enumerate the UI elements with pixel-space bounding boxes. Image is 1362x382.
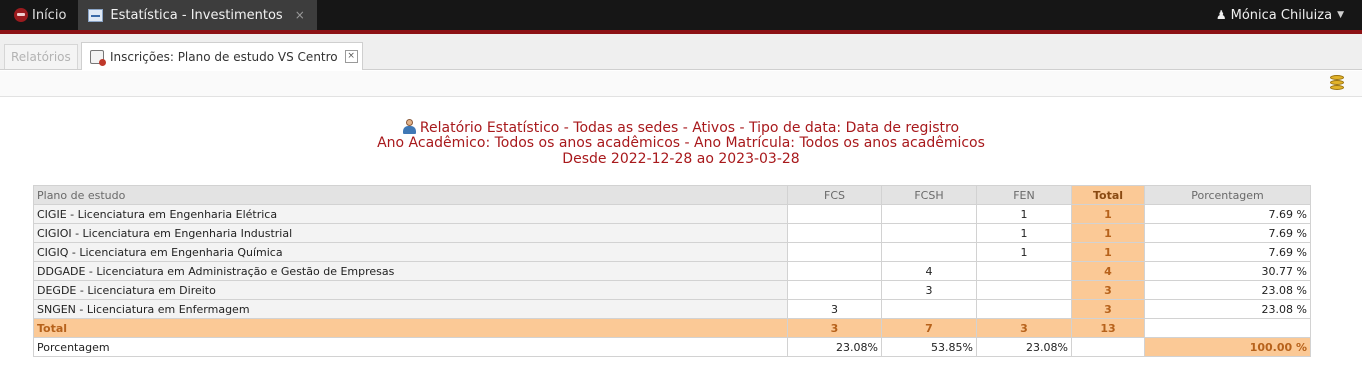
user-menu[interactable]: ♟ Mónica Chiluiza ▼: [1216, 0, 1362, 30]
cell-pct: 7.69 %: [1144, 242, 1311, 262]
home-label: Início: [32, 7, 67, 23]
table-header-row: Plano de estudo FCS FCSH FEN Total Porce…: [33, 185, 1311, 205]
cell-total: 3: [1071, 299, 1145, 319]
cell-fcsh: [881, 242, 977, 262]
cell-plan: DDGADE - Licenciatura em Administração e…: [33, 261, 788, 281]
pct-fen: 23.08%: [976, 337, 1072, 357]
cell-pct: 7.69 %: [1144, 223, 1311, 243]
total-fcsh: 7: [881, 318, 977, 338]
cell-fcs: [787, 261, 882, 281]
cell-fcsh: 3: [881, 280, 977, 300]
col-fcs: FCS: [787, 185, 882, 205]
total-row: Total 3 7 3 13: [33, 318, 1311, 338]
app-tab-label: Estatística - Investimentos: [110, 7, 283, 23]
cell-pct: 30.77 %: [1144, 261, 1311, 281]
cell-fen: 1: [976, 204, 1072, 224]
cell-fcs: [787, 242, 882, 262]
table-row: CIGIOI - Licenciatura em Engenharia Indu…: [33, 223, 1311, 243]
cell-fcs: 3: [787, 299, 882, 319]
stats-table: Plano de estudo FCS FCSH FEN Total Porce…: [33, 185, 1311, 357]
cell-fcsh: [881, 299, 977, 319]
tab-inscricoes[interactable]: Inscrições: Plano de estudo VS Centro ×: [81, 42, 363, 70]
cell-fen: 1: [976, 242, 1072, 262]
cell-total: 1: [1071, 223, 1145, 243]
report-subtitle-dates: Desde 2022-12-28 ao 2023-03-28: [562, 151, 800, 167]
cell-fcs: [787, 280, 882, 300]
report-icon: [90, 49, 106, 66]
pct-fcsh: 53.85%: [881, 337, 977, 357]
close-icon[interactable]: ×: [295, 8, 305, 22]
cell-plan: CIGIE - Licenciatura em Engenharia Elétr…: [33, 204, 788, 224]
report-subtitle-academic: Ano Acadêmico: Todos os anos acadêmicos …: [377, 135, 985, 151]
subtab-bar: Relatórios Inscrições: Plano de estudo V…: [0, 34, 1362, 70]
cell-pct: 23.08 %: [1144, 299, 1311, 319]
total-fen: 3: [976, 318, 1072, 338]
cell-total: 1: [1071, 204, 1145, 224]
col-porcentagem: Porcentagem: [1144, 185, 1311, 205]
cell-total: 4: [1071, 261, 1145, 281]
total-label: Total: [33, 318, 788, 338]
top-bar: Início Estatística - Investimentos × ♟ M…: [0, 0, 1362, 30]
report-toolbar: [0, 71, 1362, 97]
col-total: Total: [1071, 185, 1145, 205]
col-fen: FEN: [976, 185, 1072, 205]
cell-plan: CIGIOI - Licenciatura em Engenharia Indu…: [33, 223, 788, 243]
chart-icon: [88, 8, 104, 22]
cell-fcsh: [881, 223, 977, 243]
cell-plan: SNGEN - Licenciatura em Enfermagem: [33, 299, 788, 319]
tab-inscricoes-label: Inscrições: Plano de estudo VS Centro: [110, 49, 338, 64]
report-title: Relatório Estatístico - Todas as sedes -…: [0, 119, 1362, 136]
pct-grand-total: 100.00 %: [1144, 337, 1311, 357]
coins-icon[interactable]: [1330, 75, 1344, 91]
total-fcs: 3: [787, 318, 882, 338]
cell-total: 3: [1071, 280, 1145, 300]
cell-pct: 7.69 %: [1144, 204, 1311, 224]
tab-estatistica-investimentos[interactable]: Estatística - Investimentos ×: [78, 0, 317, 30]
cell-fen: [976, 280, 1072, 300]
total-total: 13: [1071, 318, 1145, 338]
home-logo-icon: [14, 8, 28, 22]
pct-fcs: 23.08%: [787, 337, 882, 357]
pct-label: Porcentagem: [33, 337, 788, 357]
table-row: SNGEN - Licenciatura em Enfermagem 3 3 2…: [33, 299, 1311, 319]
percentage-row: Porcentagem 23.08% 53.85% 23.08% 100.00 …: [33, 337, 1311, 357]
home-tab[interactable]: Início: [0, 0, 76, 30]
cell-fen: 1: [976, 223, 1072, 243]
table-row: CIGIQ - Licenciatura em Engenharia Quími…: [33, 242, 1311, 262]
user-name: Mónica Chiluiza: [1230, 7, 1333, 23]
tab-relatorios[interactable]: Relatórios: [4, 44, 78, 69]
cell-plan: DEGDE - Licenciatura em Direito: [33, 280, 788, 300]
cell-fcs: [787, 204, 882, 224]
table-row: DDGADE - Licenciatura em Administração e…: [33, 261, 1311, 281]
total-pct: [1144, 318, 1311, 338]
report-title-text: Relatório Estatístico - Todas as sedes -…: [419, 120, 960, 136]
col-fcsh: FCSH: [881, 185, 977, 205]
close-icon[interactable]: ×: [344, 50, 358, 63]
chevron-down-icon: ▼: [1337, 10, 1344, 20]
user-icon: ♟: [1215, 8, 1227, 22]
cell-pct: 23.08 %: [1144, 280, 1311, 300]
cell-fen: [976, 299, 1072, 319]
cell-plan: CIGIQ - Licenciatura em Engenharia Quími…: [33, 242, 788, 262]
cell-fen: [976, 261, 1072, 281]
col-plano: Plano de estudo: [33, 185, 788, 205]
cell-fcs: [787, 223, 882, 243]
cell-fcsh: 4: [881, 261, 977, 281]
table-row: DEGDE - Licenciatura em Direito 3 3 23.0…: [33, 280, 1311, 300]
pct-total-blank: [1071, 337, 1145, 357]
person-icon: [402, 119, 416, 134]
cell-total: 1: [1071, 242, 1145, 262]
cell-fcsh: [881, 204, 977, 224]
table-row: CIGIE - Licenciatura em Engenharia Elétr…: [33, 204, 1311, 224]
